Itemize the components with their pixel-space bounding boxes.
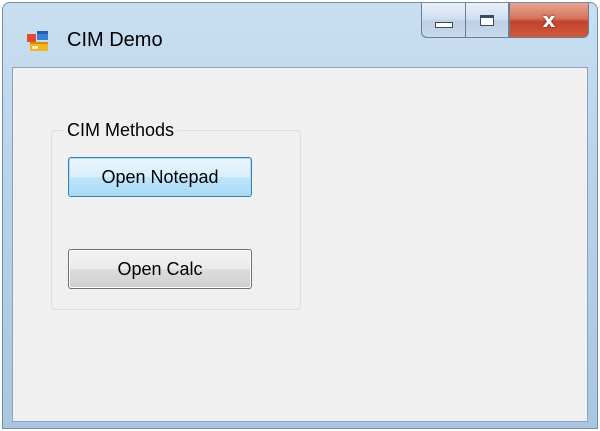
maximize-button[interactable] (465, 3, 509, 38)
maximize-icon (480, 14, 494, 26)
close-button[interactable]: x (509, 3, 589, 38)
open-calc-button[interactable]: Open Calc (68, 249, 252, 289)
groupbox-label: CIM Methods (64, 119, 178, 141)
client-area: CIM Methods Open Notepad Open Calc (12, 67, 588, 422)
close-icon: x (542, 8, 556, 32)
open-notepad-label: Open Notepad (101, 166, 219, 187)
open-calc-label: Open Calc (117, 258, 203, 279)
cim-methods-groupbox: CIM Methods Open Notepad Open Calc (51, 119, 301, 310)
window-title: CIM Demo (67, 29, 163, 51)
minimize-button[interactable] (421, 3, 465, 38)
minimize-icon (434, 22, 453, 28)
app-icon[interactable] (27, 31, 49, 51)
title-bar[interactable]: CIM Demo x (3, 3, 597, 67)
app-window: CIM Demo x CIM Methods Open Notepad Open… (2, 2, 598, 429)
caption-buttons: x (421, 3, 589, 39)
open-notepad-button[interactable]: Open Notepad (68, 157, 252, 197)
